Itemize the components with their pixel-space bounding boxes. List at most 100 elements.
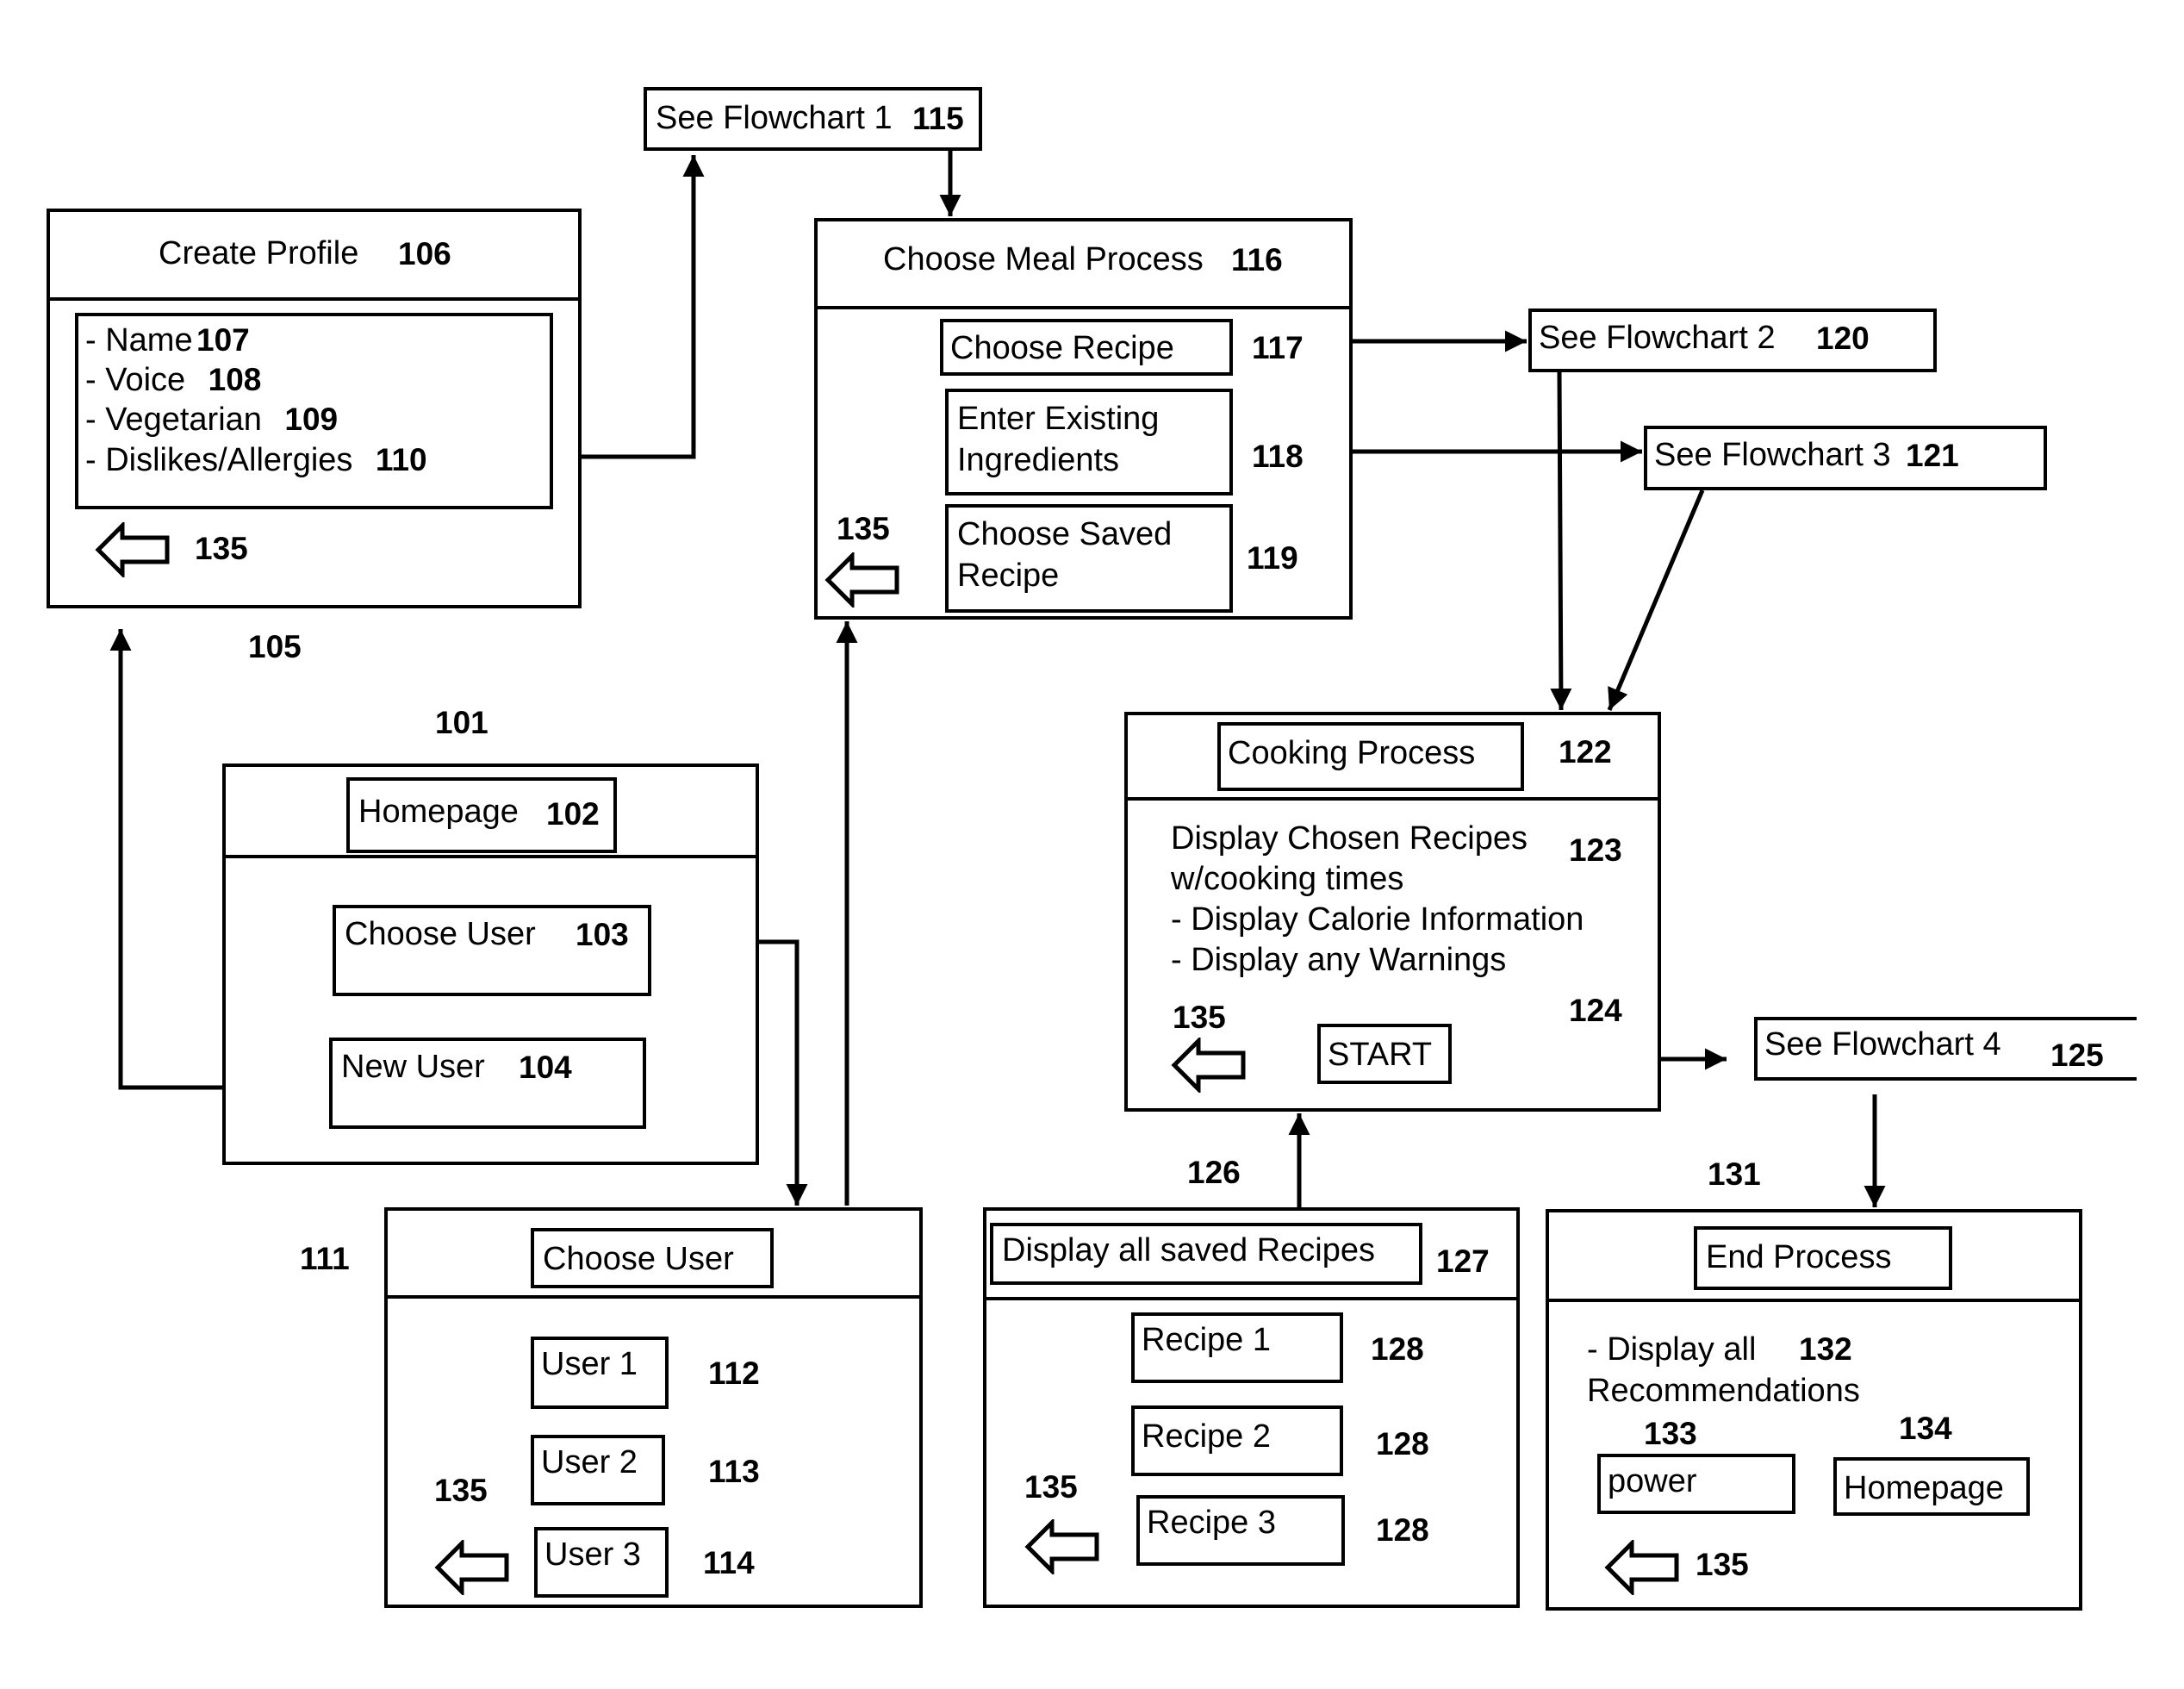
user-ref: 112	[708, 1356, 760, 1391]
homepage-link-ref: 134	[1899, 1411, 1952, 1446]
saved-recipes-screen: Display all saved Recipes 127 Recipe 1 1…	[983, 1207, 1520, 1608]
end-process-screen: End Process - Display all Recommendation…	[1546, 1209, 2082, 1611]
flowchart-3-ref[interactable]: See Flowchart 3 121	[1644, 426, 2047, 490]
power-label: power	[1608, 1463, 1697, 1499]
create-profile-ref: 105	[248, 629, 302, 664]
choose-user-screen-ref: 111	[300, 1241, 350, 1276]
start-label: START	[1328, 1037, 1433, 1073]
back-arrow-icon[interactable]	[95, 522, 172, 577]
flowchart-1-ref[interactable]: See Flowchart 1 115	[644, 87, 982, 151]
choose-saved-recipe-button[interactable]: Choose Saved Recipe	[945, 504, 1233, 613]
recipe-3-button[interactable]: Recipe 3	[1136, 1495, 1345, 1566]
back-arrow-icon[interactable]	[824, 552, 902, 608]
end-process-title: End Process	[1706, 1239, 1892, 1275]
header-divider	[1128, 797, 1658, 801]
enter-ingredients-button[interactable]: Enter Existing Ingredients	[945, 389, 1233, 495]
cooking-description-ref: 123	[1569, 832, 1622, 868]
choose-recipe-button[interactable]: Choose Recipe	[940, 319, 1233, 376]
profile-field-label: - Dislikes/Allergies	[85, 442, 353, 478]
homepage-button[interactable]: Homepage	[1833, 1457, 2030, 1516]
create-profile-title-ref: 106	[398, 236, 451, 271]
cooking-process-screen: Cooking Process 122 Display Chosen Recip…	[1124, 712, 1661, 1112]
header-divider	[50, 297, 578, 301]
header-divider	[986, 1297, 1516, 1300]
choose-user-label: Choose User	[345, 916, 536, 952]
choose-meal-title-ref: 116	[1231, 242, 1283, 277]
choose-saved-recipe-ref: 119	[1247, 540, 1298, 576]
profile-fields-box: - Name 107 - Voice 108 - Vegetarian 109 …	[75, 313, 553, 509]
saved-recipes-title: Display all saved Recipes	[1002, 1232, 1375, 1268]
profile-field-label: - Voice	[85, 362, 186, 398]
flowchart-4-ref-number: 125	[2050, 1038, 2104, 1073]
recipe-1-button[interactable]: Recipe 1	[1131, 1312, 1343, 1383]
back-arrow-icon[interactable]	[1604, 1540, 1682, 1595]
power-ref: 133	[1644, 1416, 1697, 1451]
create-profile-screen: Create Profile 106 - Name 107 - Voice 10…	[47, 209, 582, 608]
profile-field[interactable]: - Name 107	[85, 321, 250, 361]
profile-field-ref: 108	[208, 362, 262, 397]
power-button[interactable]: power	[1597, 1454, 1795, 1514]
enter-ingredients-label: Enter Existing Ingredients	[957, 401, 1160, 478]
start-ref: 124	[1569, 993, 1622, 1028]
choose-user-ref: 103	[576, 917, 629, 952]
header-divider	[818, 306, 1349, 309]
new-user-ref: 104	[519, 1050, 572, 1085]
back-ref: 135	[1173, 1000, 1226, 1035]
saved-recipes-screen-ref: 126	[1187, 1155, 1241, 1190]
homepage-screen: Homepage 102 Choose User 103 New User 10…	[222, 763, 759, 1165]
back-ref: 135	[837, 511, 890, 546]
recipe-2-button[interactable]: Recipe 2	[1131, 1405, 1343, 1476]
back-arrow-icon[interactable]	[434, 1540, 512, 1595]
homepage-title: Homepage	[358, 794, 519, 830]
profile-field[interactable]: - Vegetarian 109	[85, 401, 338, 440]
end-process-description-ref: 132	[1799, 1331, 1852, 1367]
user-ref: 113	[708, 1454, 760, 1489]
connector-fc2-to-cooking	[1550, 371, 1572, 711]
new-user-button[interactable]: New User 104	[329, 1038, 646, 1129]
profile-field[interactable]: - Voice 108	[85, 361, 261, 401]
cooking-title: Cooking Process	[1228, 735, 1476, 771]
cooking-title-ref: 122	[1559, 734, 1612, 770]
profile-field-label: - Vegetarian	[85, 402, 262, 438]
user-1-button[interactable]: User 1	[531, 1337, 669, 1409]
user-2-button[interactable]: User 2	[531, 1435, 665, 1505]
header-divider	[226, 855, 756, 858]
user-ref: 114	[703, 1545, 755, 1580]
choose-recipe-ref: 117	[1252, 330, 1304, 365]
user-label: User 2	[541, 1444, 638, 1480]
flowchart-2-ref[interactable]: See Flowchart 2 120	[1528, 309, 1937, 372]
back-ref: 135	[195, 531, 248, 566]
flowchart-2-ref-number: 120	[1816, 321, 1870, 356]
choose-saved-recipe-label: Choose Saved Recipe	[957, 516, 1173, 594]
homepage-ref: 101	[435, 705, 488, 740]
flowchart-3-label: See Flowchart 3	[1654, 437, 1891, 473]
profile-field-ref: 109	[284, 402, 339, 437]
enter-ingredients-ref: 118	[1252, 439, 1304, 474]
user-3-button[interactable]: User 3	[534, 1527, 669, 1598]
header-divider	[388, 1295, 919, 1299]
choose-user-button[interactable]: Choose User 103	[333, 905, 651, 996]
back-ref: 135	[1696, 1547, 1749, 1582]
profile-field-ref: 110	[375, 442, 427, 477]
back-arrow-icon[interactable]	[1024, 1519, 1102, 1574]
choose-recipe-label: Choose Recipe	[950, 330, 1174, 366]
flowchart-4-ref[interactable]: See Flowchart 4 125	[1754, 1017, 2137, 1081]
choose-meal-title: Choose Meal Process	[883, 241, 1204, 277]
choose-user-title-box: Choose User	[531, 1228, 774, 1288]
recipe-label: Recipe 2	[1142, 1418, 1271, 1455]
saved-recipes-title-ref: 127	[1436, 1243, 1490, 1279]
choose-user-title: Choose User	[543, 1241, 734, 1277]
profile-field[interactable]: - Dislikes/Allergies 110	[85, 441, 427, 481]
recipe-ref: 128	[1376, 1426, 1429, 1462]
cooking-title-box: Cooking Process	[1217, 722, 1524, 791]
end-process-screen-ref: 131	[1708, 1156, 1761, 1192]
new-user-label: New User	[341, 1049, 485, 1085]
header-divider	[1549, 1299, 2079, 1302]
back-arrow-icon[interactable]	[1171, 1038, 1248, 1093]
homepage-title-ref: 102	[546, 796, 600, 832]
start-button[interactable]: START	[1317, 1024, 1452, 1084]
recipe-ref: 128	[1371, 1331, 1424, 1367]
back-ref: 135	[1024, 1469, 1078, 1505]
flowchart-3-ref-number: 121	[1906, 438, 1959, 473]
homepage-title-box: Homepage 102	[346, 777, 617, 853]
